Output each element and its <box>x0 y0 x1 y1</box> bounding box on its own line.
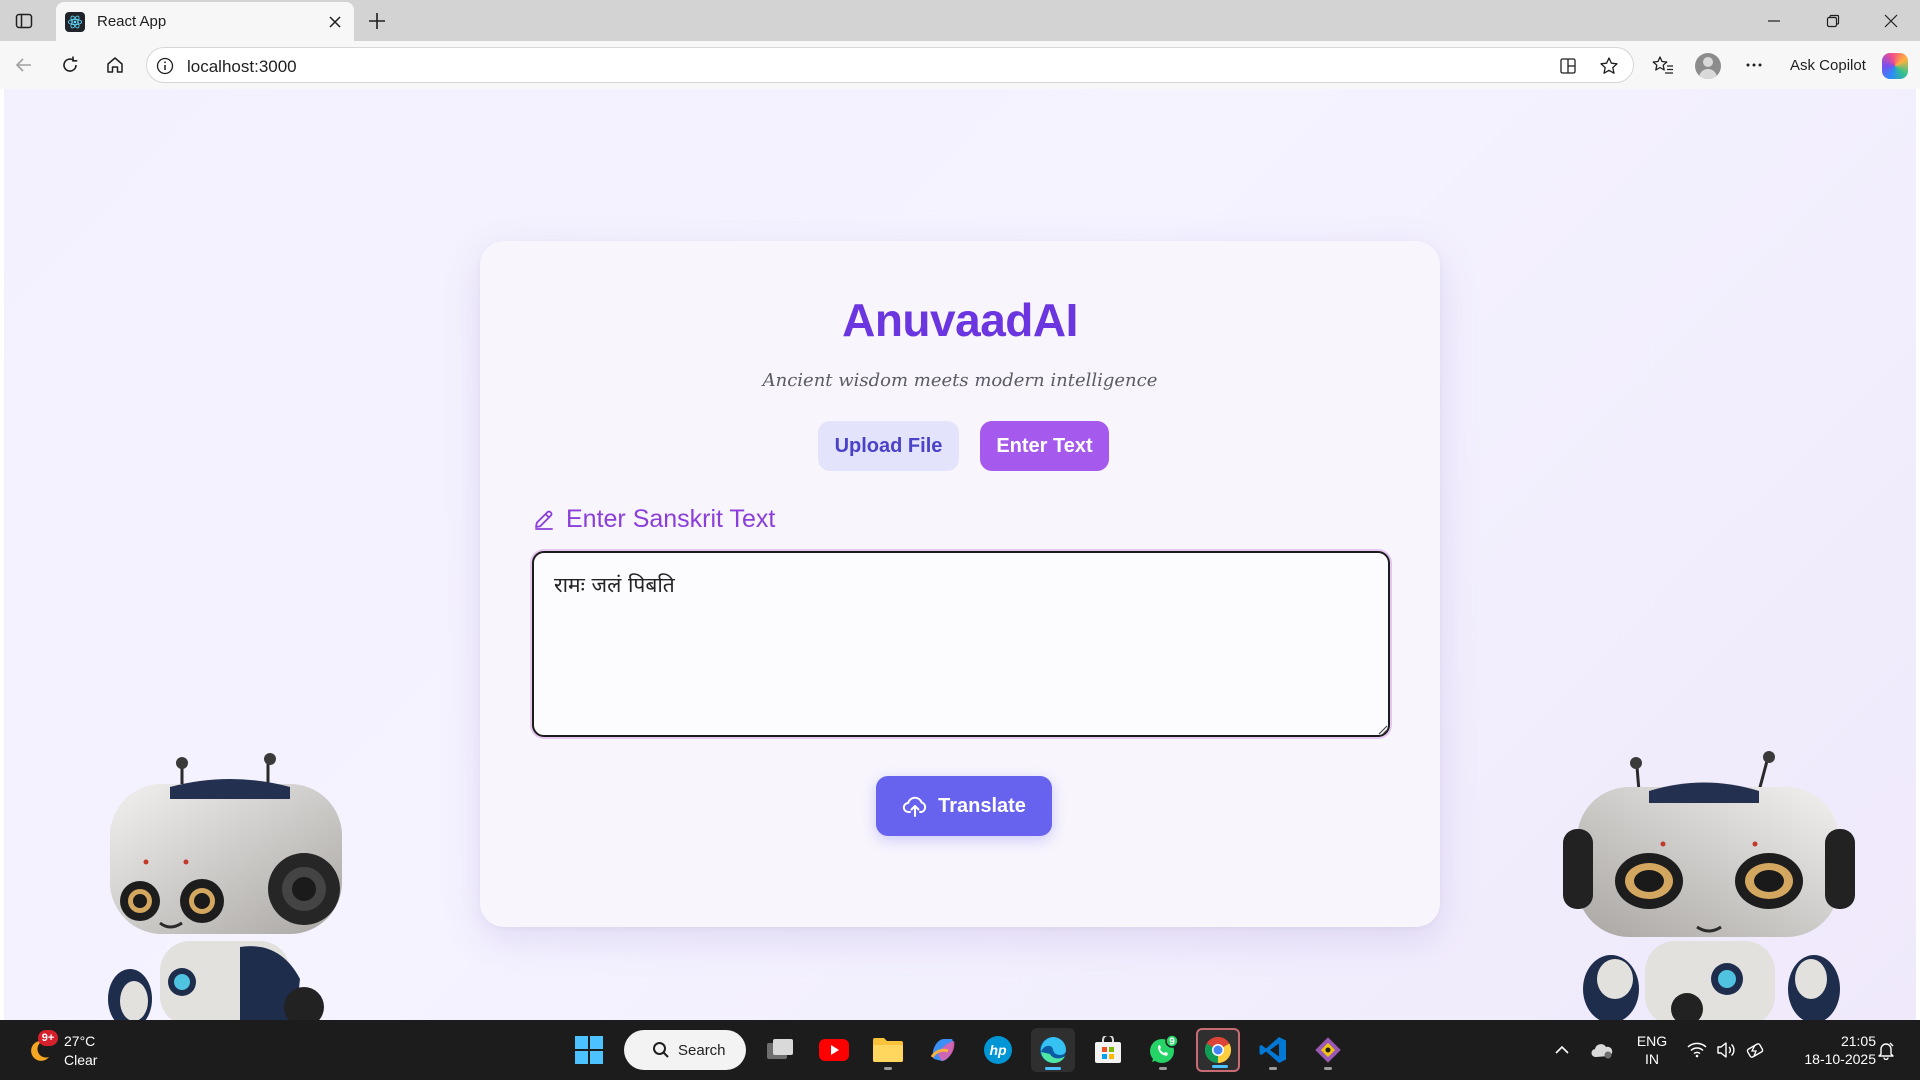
youtube-icon <box>819 1039 849 1061</box>
enter-text-button[interactable]: Enter Text <box>980 421 1109 471</box>
url-text[interactable]: localhost:3000 <box>187 57 297 77</box>
section-label-text: Enter Sanskrit Text <box>566 504 776 533</box>
tab-title: React App <box>97 13 167 30</box>
tab-actions-icon[interactable] <box>12 9 36 33</box>
vscode-app[interactable] <box>1251 1028 1295 1072</box>
site-info-icon[interactable] <box>155 56 175 76</box>
running-indicator <box>1212 1065 1228 1068</box>
address-bar[interactable]: localhost:3000 <box>146 47 1634 83</box>
wifi-icon[interactable] <box>1685 1038 1709 1062</box>
app-subtitle: Ancient wisdom meets modern intelligence <box>762 370 1158 391</box>
task-view-icon <box>767 1039 793 1059</box>
whatsapp-icon: 9 <box>1150 1034 1179 1063</box>
clock-date: 18-10-2025 <box>1804 1051 1876 1067</box>
weather-badge: 9+ <box>38 1030 58 1046</box>
file-explorer-app[interactable] <box>866 1028 910 1072</box>
windows-taskbar: 9+ 27°C Clear Search hp 9 ENG IN 21:05 1… <box>0 1020 1920 1080</box>
running-indicator <box>1045 1067 1061 1070</box>
youtube-app[interactable] <box>812 1028 856 1072</box>
volume-icon[interactable] <box>1714 1038 1738 1062</box>
whatsapp-app[interactable]: 9 <box>1141 1028 1185 1072</box>
new-tab-icon[interactable] <box>364 8 390 34</box>
taskbar-search[interactable]: Search <box>624 1030 746 1070</box>
vscode-icon <box>1259 1037 1286 1063</box>
favorite-star-icon[interactable] <box>1598 55 1620 77</box>
chrome-icon <box>1204 1036 1232 1064</box>
sanskrit-text-input[interactable] <box>532 551 1390 737</box>
browser-toolbar: localhost:3000 Ask Copilot <box>0 41 1920 89</box>
translator-card: AnuvaadAI Ancient wisdom meets modern in… <box>480 241 1440 927</box>
restore-icon[interactable] <box>1813 8 1853 34</box>
split-screen-icon[interactable] <box>1557 55 1579 77</box>
ask-copilot-label: Ask Copilot <box>1790 56 1866 74</box>
resize-handle-icon[interactable] <box>1378 725 1388 735</box>
show-hidden-icons-chevron[interactable] <box>1550 1038 1574 1062</box>
hp-app[interactable]: hp <box>976 1028 1020 1072</box>
refresh-icon[interactable] <box>56 51 84 79</box>
pencil-icon <box>535 510 553 530</box>
browser-tabstrip: React App <box>0 0 1920 41</box>
react-logo-icon <box>65 11 85 32</box>
snipping-tool-app[interactable] <box>1306 1028 1350 1072</box>
hp-logo-icon: hp <box>984 1036 1012 1064</box>
app-title: AnuvaadAI <box>842 294 1078 346</box>
upload-file-button[interactable]: Upload File <box>818 421 959 471</box>
task-view-button[interactable] <box>758 1028 802 1072</box>
running-indicator <box>1324 1067 1332 1070</box>
clock[interactable]: 21:05 18-10-2025 <box>1780 1032 1876 1068</box>
copilot-app-icon <box>930 1039 955 1061</box>
microsoft-store-app[interactable] <box>1086 1028 1130 1072</box>
weather-condition: Clear <box>64 1052 98 1068</box>
search-label: Search <box>678 1041 726 1059</box>
language-line2: IN <box>1645 1051 1659 1067</box>
back-icon[interactable] <box>10 51 38 79</box>
language-indicator[interactable]: ENG IN <box>1628 1032 1676 1068</box>
folder-icon <box>873 1038 903 1062</box>
running-indicator <box>1159 1067 1167 1070</box>
more-options-icon[interactable] <box>1740 51 1768 79</box>
copilot-icon <box>1882 53 1908 79</box>
tools-icon <box>1315 1037 1341 1063</box>
chrome-app[interactable] <box>1196 1028 1240 1072</box>
running-indicator <box>1269 1067 1277 1070</box>
favorites-icon[interactable] <box>1649 51 1677 79</box>
weather-temp: 27°C <box>64 1033 96 1049</box>
page-viewport: AnuvaadAI Ancient wisdom meets modern in… <box>4 89 1916 1020</box>
close-window-icon[interactable] <box>1871 8 1911 34</box>
running-indicator <box>884 1067 892 1070</box>
section-label: Enter Sanskrit Text <box>532 503 775 535</box>
svg-text:hp: hp <box>989 1042 1007 1058</box>
copilot-app[interactable] <box>921 1028 965 1072</box>
language-line1: ENG <box>1636 1033 1668 1049</box>
translate-button-label: Translate <box>938 794 1026 817</box>
minimize-icon[interactable] <box>1754 8 1794 34</box>
close-tab-icon[interactable] <box>324 11 346 33</box>
notification-bell-icon[interactable] <box>1874 1038 1898 1062</box>
onedrive-icon[interactable] <box>1590 1038 1614 1062</box>
weather-widget[interactable]: 9+ 27°C Clear <box>20 1028 140 1072</box>
search-icon <box>653 1042 669 1058</box>
ask-copilot-button[interactable]: Ask Copilot <box>1782 48 1910 82</box>
clock-time: 21:05 <box>1840 1033 1876 1049</box>
browser-tab[interactable]: React App <box>56 2 354 41</box>
whatsapp-badge: 9 <box>1169 1037 1175 1048</box>
windows-logo-icon <box>575 1036 603 1064</box>
store-icon <box>1095 1036 1121 1063</box>
start-button[interactable] <box>567 1028 611 1072</box>
cloud-upload-icon <box>902 796 927 817</box>
battery-charging-icon[interactable] <box>1744 1038 1768 1062</box>
robot-illustration-right <box>1563 751 1855 1020</box>
edge-app[interactable] <box>1031 1028 1075 1072</box>
edge-icon <box>1040 1037 1066 1063</box>
home-icon[interactable] <box>101 51 129 79</box>
translate-button[interactable]: Translate <box>876 776 1052 836</box>
profile-avatar[interactable] <box>1695 53 1721 79</box>
robot-illustration-left <box>108 753 342 1020</box>
